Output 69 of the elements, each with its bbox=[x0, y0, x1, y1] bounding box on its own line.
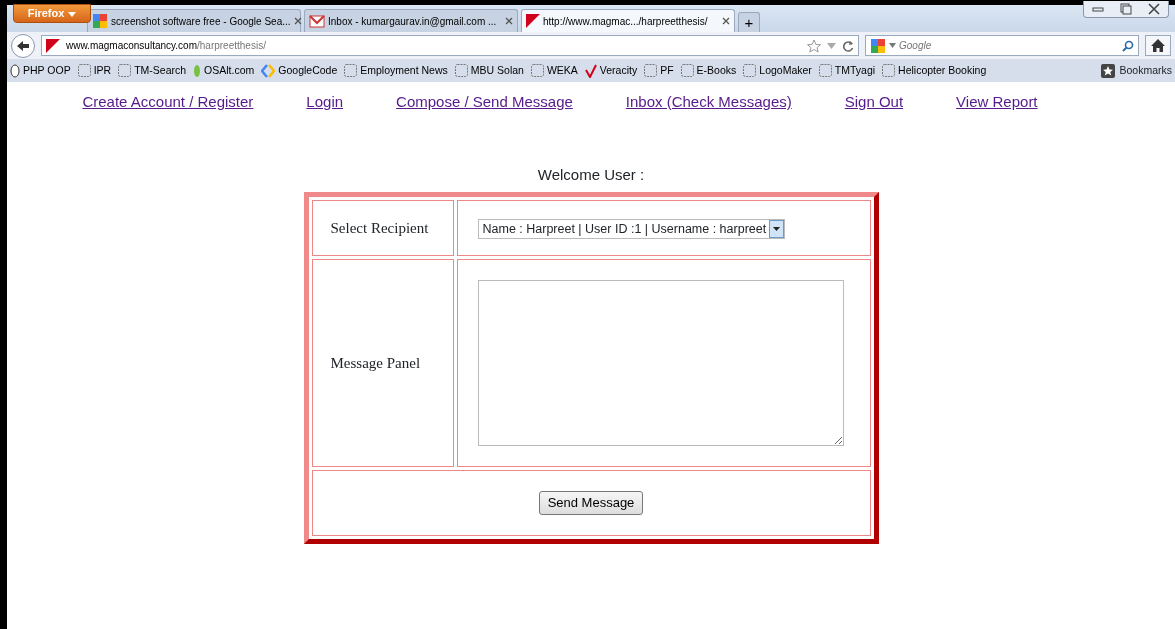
send-button[interactable]: Send Message bbox=[538, 491, 644, 515]
nav-link[interactable]: Compose / Send Message bbox=[396, 91, 573, 114]
bookmarks-menu[interactable]: Bookmarks bbox=[1101, 62, 1172, 79]
back-arrow-icon bbox=[16, 39, 30, 52]
bookmark-item[interactable]: E-Books bbox=[680, 62, 737, 79]
flag-icon bbox=[46, 38, 60, 53]
recipient-dropdown[interactable]: Name : Harpreet | User ID :1 | Username : harpreet bbox=[477, 219, 786, 240]
search-icon bbox=[1122, 39, 1134, 52]
blank-page-icon bbox=[818, 64, 832, 77]
leaf-icon bbox=[193, 63, 202, 78]
star-icon bbox=[1101, 63, 1116, 78]
blank-page-icon bbox=[882, 64, 896, 77]
blank-page-icon bbox=[118, 64, 132, 77]
bookmark-item[interactable]: PF bbox=[644, 62, 674, 79]
close-icon bbox=[1147, 2, 1161, 16]
bookmark-item[interactable]: WEKA bbox=[530, 62, 578, 79]
mail-icon bbox=[309, 14, 325, 28]
brackets-icon bbox=[261, 63, 276, 78]
browser-tab[interactable]: Inbox - kumargaurav.in@gmail.com ... bbox=[304, 9, 518, 32]
dropdown-icon bbox=[827, 42, 836, 49]
caret-icon bbox=[773, 227, 781, 232]
blank-page-icon bbox=[644, 64, 658, 77]
home-icon bbox=[1151, 39, 1165, 52]
close-icon bbox=[505, 17, 513, 25]
nav-link[interactable]: Sign Out bbox=[844, 91, 904, 114]
blank-page-icon bbox=[344, 64, 358, 77]
bookmark-item[interactable]: Veracity bbox=[584, 62, 638, 79]
search-field[interactable]: Google bbox=[865, 35, 1139, 56]
welcome-text: Welcome User : bbox=[537, 164, 645, 185]
blank-page-icon bbox=[680, 64, 694, 77]
url-text: www.magmaconsultancy.com/harpreetthesis/ bbox=[66, 39, 266, 53]
bookmark-item[interactable]: PHP OOP bbox=[10, 62, 71, 79]
back-button[interactable] bbox=[11, 33, 35, 58]
flag-icon bbox=[526, 14, 540, 28]
field-label: Message Panel bbox=[330, 354, 421, 371]
blank-page-icon bbox=[743, 64, 757, 77]
caret-icon bbox=[68, 11, 77, 17]
star-icon bbox=[807, 38, 821, 53]
bookmark-item[interactable]: OSAlt.com bbox=[193, 62, 255, 79]
bookmark-item[interactable]: MBU Solan bbox=[454, 62, 524, 79]
close-icon bbox=[722, 17, 730, 25]
blank-page-icon bbox=[77, 64, 91, 77]
blank-page-icon bbox=[530, 64, 544, 77]
browser-tab[interactable]: screenshot software free - Google Sea... bbox=[87, 9, 301, 32]
home-button[interactable] bbox=[1145, 35, 1171, 56]
bookmark-item[interactable]: TMTyagi bbox=[818, 62, 876, 79]
new-tab-button[interactable]: + bbox=[738, 12, 760, 32]
bookmark-item[interactable]: TM-Search bbox=[118, 62, 187, 79]
dropdown-icon bbox=[889, 43, 896, 48]
page-icon bbox=[10, 63, 20, 78]
bookmark-item[interactable]: GoogleCode bbox=[261, 62, 338, 79]
google-icon bbox=[92, 13, 108, 29]
browser-tab[interactable]: http://www.magmac.../harpreetthesis/ bbox=[521, 9, 735, 32]
search-placeholder: Google bbox=[899, 39, 933, 53]
field-label: Select Recipient bbox=[330, 219, 429, 236]
bookmark-item[interactable]: LogoMaker bbox=[743, 62, 812, 79]
reload-icon bbox=[842, 39, 854, 52]
nav-link[interactable]: Create Account / Register bbox=[82, 91, 254, 114]
close-icon bbox=[293, 17, 302, 25]
blank-page-icon bbox=[454, 64, 468, 77]
nav-link[interactable]: Inbox (Check Messages) bbox=[625, 91, 792, 114]
bookmark-item[interactable]: Helicopter Booking bbox=[882, 62, 987, 79]
bookmark-item[interactable]: IPR bbox=[77, 62, 112, 79]
address-field[interactable]: www.magmaconsultancy.com/harpreetthesis/ bbox=[41, 35, 859, 56]
bookmark-item[interactable]: Employment News bbox=[344, 62, 448, 79]
nav-link[interactable]: View Report bbox=[956, 91, 1038, 114]
google-icon bbox=[870, 37, 886, 54]
nav-link[interactable]: Login bbox=[306, 91, 344, 114]
check-icon bbox=[584, 63, 597, 78]
